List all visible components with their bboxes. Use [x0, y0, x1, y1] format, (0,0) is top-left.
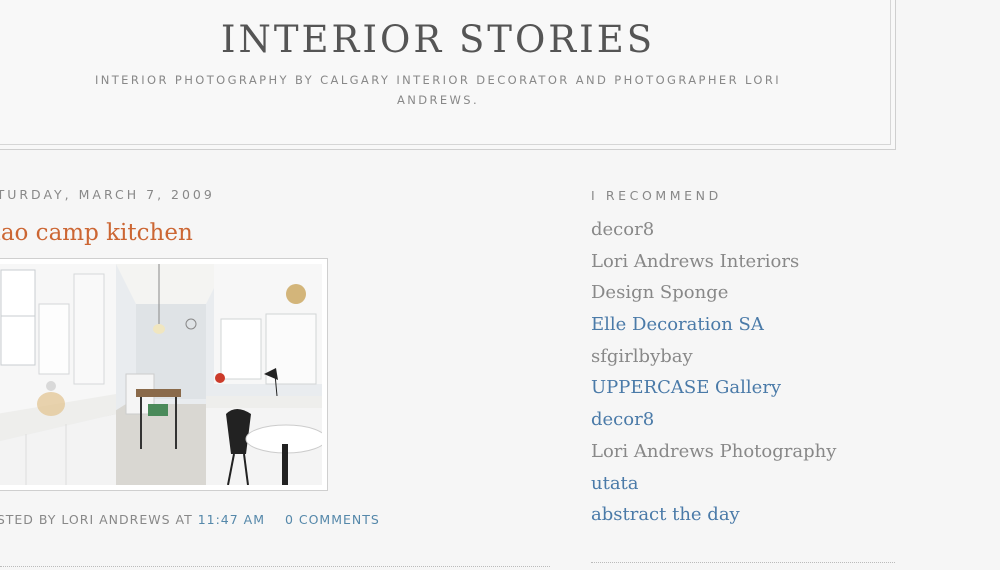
recommend-link[interactable]: decor8 [591, 219, 654, 240]
list-item: abstract the day [591, 504, 836, 536]
post-footer: OSTED BY LORI ANDREWS AT 11:47 AM 0 COMM… [0, 512, 380, 527]
recommend-link[interactable]: UPPERCASE Gallery [591, 377, 781, 398]
post-divider [0, 566, 550, 567]
recommend-link[interactable]: Design Sponge [591, 282, 728, 303]
recommend-link[interactable]: Lori Andrews Photography [591, 441, 836, 462]
list-item: decor8 [591, 409, 836, 441]
recommend-link[interactable]: sfgirlbybay [591, 346, 693, 367]
list-item: utata [591, 473, 836, 505]
list-item: Lori Andrews Photography [591, 441, 836, 473]
sidebar-divider [591, 562, 895, 563]
list-item: sfgirlbybay [591, 346, 836, 378]
recommend-list: decor8 Lori Andrews Interiors Design Spo… [591, 219, 836, 536]
post-title-link[interactable]: hao camp kitchen [0, 220, 193, 246]
blog-title[interactable]: INTERIOR STORIES [0, 18, 890, 61]
list-item: UPPERCASE Gallery [591, 377, 836, 409]
post-timestamp-link[interactable]: 11:47 AM [198, 512, 265, 527]
recommend-link[interactable]: abstract the day [591, 504, 740, 525]
list-item: Design Sponge [591, 282, 836, 314]
blog-description: INTERIOR PHOTOGRAPHY BY CALGARY INTERIOR… [94, 73, 782, 107]
list-item: Elle Decoration SA [591, 314, 836, 346]
list-item: decor8 [591, 219, 836, 251]
sidebar-heading: I RECOMMEND [591, 188, 722, 203]
recommend-link[interactable]: Elle Decoration SA [591, 314, 764, 335]
recommend-link[interactable]: utata [591, 473, 639, 494]
post-author-label: OSTED BY LORI ANDREWS AT [0, 512, 193, 527]
post-date: ATURDAY, MARCH 7, 2009 [0, 187, 215, 202]
blog-header: INTERIOR STORIES INTERIOR PHOTOGRAPHY BY… [0, 0, 896, 150]
post-photo[interactable] [0, 258, 328, 491]
kitchen-photo [0, 264, 322, 485]
blog-header-inner: INTERIOR STORIES INTERIOR PHOTOGRAPHY BY… [0, 0, 891, 145]
recommend-link[interactable]: decor8 [591, 409, 654, 430]
recommend-link[interactable]: Lori Andrews Interiors [591, 251, 799, 272]
comments-link[interactable]: 0 COMMENTS [285, 512, 380, 527]
list-item: Lori Andrews Interiors [591, 251, 836, 283]
